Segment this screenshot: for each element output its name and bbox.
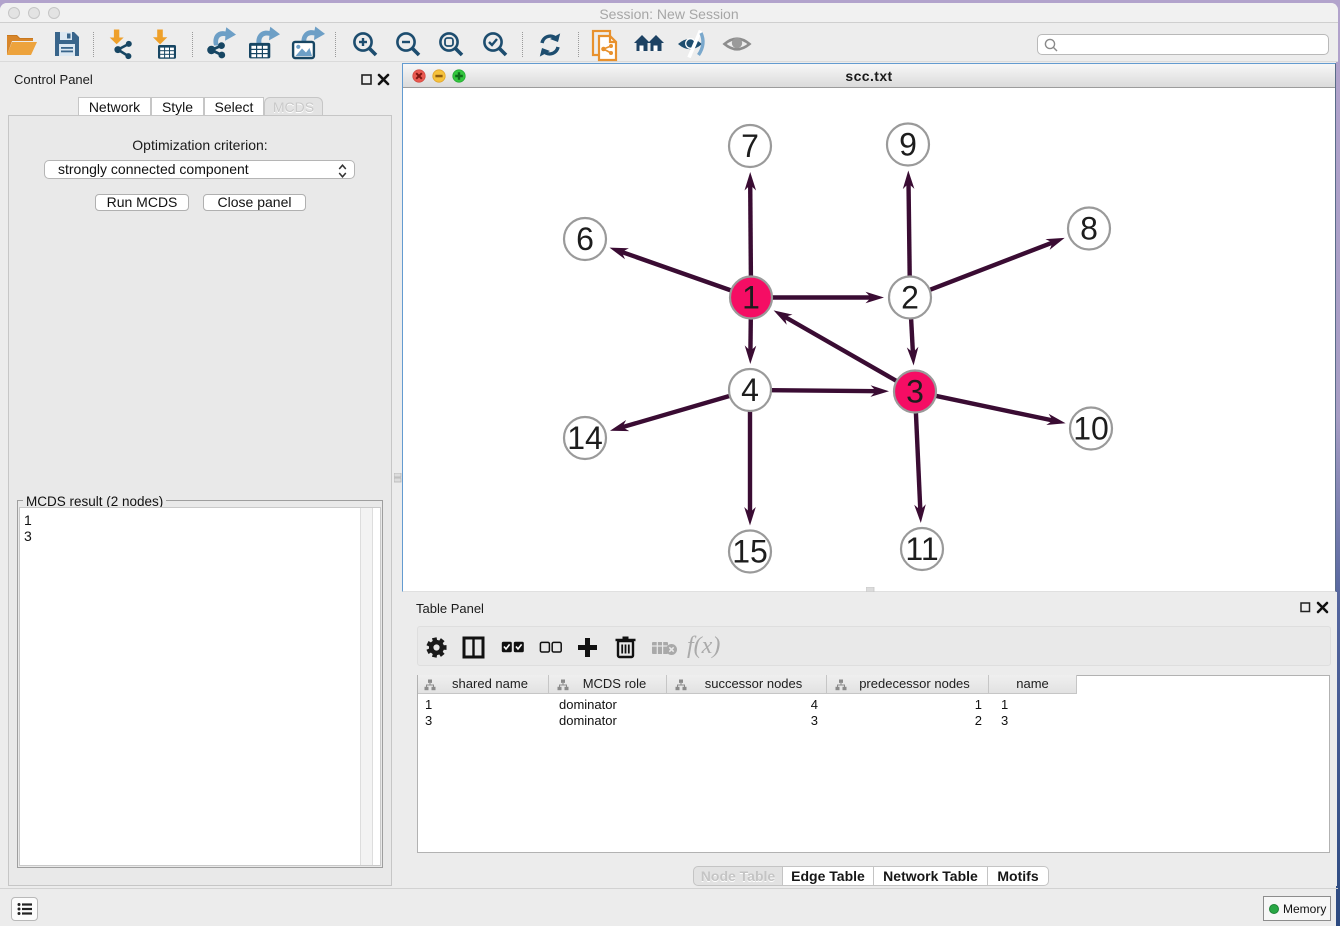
svg-text:7: 7 bbox=[741, 128, 759, 164]
svg-text:2: 2 bbox=[901, 280, 919, 316]
svg-text:8: 8 bbox=[1080, 211, 1098, 247]
svg-text:3: 3 bbox=[906, 374, 924, 410]
svg-text:15: 15 bbox=[732, 534, 768, 570]
svg-text:9: 9 bbox=[899, 127, 917, 163]
svg-text:11: 11 bbox=[905, 531, 938, 567]
svg-text:1: 1 bbox=[742, 280, 760, 316]
svg-text:14: 14 bbox=[567, 420, 603, 456]
svg-text:6: 6 bbox=[576, 221, 594, 257]
svg-text:4: 4 bbox=[741, 372, 759, 408]
svg-text:10: 10 bbox=[1073, 411, 1109, 447]
